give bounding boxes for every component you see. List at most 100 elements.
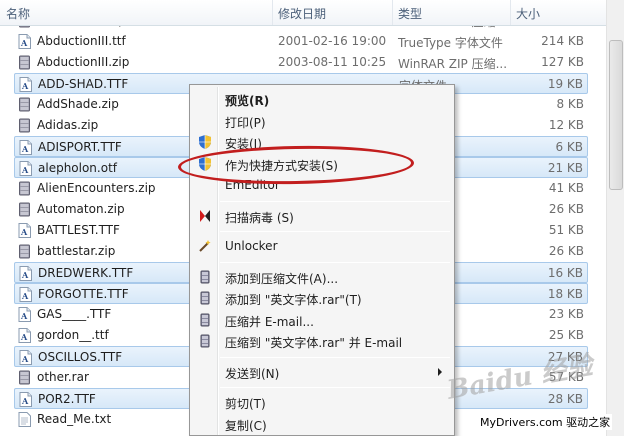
column-date[interactable]: 修改日期 <box>278 5 326 22</box>
menu-item[interactable]: 打印(P) <box>192 111 452 132</box>
font-file-icon: A <box>19 392 32 407</box>
menu-separator <box>220 231 450 232</box>
vertical-scrollbar[interactable] <box>606 0 624 436</box>
unlocker-wand-icon <box>197 238 213 254</box>
context-menu: 预览(R) 打印(P) 安装(I) 作为快捷方式安装(S) EmEditor 扫描病毒 (… <box>189 84 455 436</box>
menu-item[interactable]: 压缩到 "英文字体.rar" 并 E-mail <box>192 331 452 352</box>
file-row[interactable]: A AbductionIII.ttf 2001-02-16 19:00 TrueTyp… <box>14 31 588 52</box>
menu-item-label: 压缩到 "英文字体.rar" 并 E-mail <box>225 336 403 350</box>
file-size: 12 KB <box>548 118 584 132</box>
menu-item-label: 发送到(N) <box>225 366 280 381</box>
archive-file-icon <box>18 181 31 196</box>
submenu-arrow-icon <box>438 367 442 376</box>
column-divider[interactable] <box>510 0 511 25</box>
file-name: AbductionIII.zip <box>37 55 130 69</box>
site-watermark: MyDrivers.com 驱动之家 <box>478 414 613 430</box>
file-size: 25 KB <box>548 328 584 342</box>
file-size: 127 KB <box>541 55 584 69</box>
file-name: battlestar.zip <box>37 244 116 258</box>
font-file-icon: A <box>19 350 32 365</box>
menu-item-label: 复制(C) <box>225 418 267 433</box>
svg-text:A: A <box>20 311 28 321</box>
winrar-icon <box>197 269 213 285</box>
file-size: 41 KB <box>548 181 584 195</box>
archive-file-icon <box>18 202 31 217</box>
file-type: TrueType 字体文件 <box>398 36 503 50</box>
menu-item-label: 添加到压缩文件(A)... <box>225 271 339 286</box>
svg-text:A: A <box>20 227 28 237</box>
file-size: 18 KB <box>547 287 583 301</box>
archive-file-icon <box>18 370 31 385</box>
font-file-icon: A <box>18 328 31 343</box>
file-name: ADISPORT.TTF <box>38 140 122 154</box>
svg-text:A: A <box>21 354 29 364</box>
file-size: 26 KB <box>548 202 584 216</box>
scrollbar-thumb[interactable] <box>609 40 623 190</box>
svg-text:A: A <box>21 144 29 154</box>
file-size: 8 KB <box>556 97 584 111</box>
menu-item-label: 扫描病毒 (S) <box>225 210 294 225</box>
menu-item-label: 预览(R) <box>225 94 270 108</box>
column-divider[interactable] <box>392 0 393 25</box>
file-size: 23 KB <box>548 307 584 321</box>
winrar-icon <box>197 312 213 328</box>
font-file-icon: A <box>19 161 32 176</box>
file-name: GAS____.TTF <box>37 307 112 321</box>
column-size[interactable]: 大小 <box>516 5 540 22</box>
svg-text:A: A <box>21 270 29 280</box>
text-file-icon <box>18 412 31 427</box>
svg-text:A: A <box>20 332 28 342</box>
column-header: 名称 修改日期 类型 大小 <box>0 0 606 26</box>
font-file-icon: A <box>19 266 32 281</box>
svg-text:A: A <box>21 165 29 175</box>
menu-item[interactable]: 添加到 "英文字体.rar"(T) <box>192 288 452 309</box>
column-name[interactable]: 名称 <box>6 5 30 22</box>
svg-text:A: A <box>20 38 28 48</box>
svg-text:A: A <box>21 81 29 91</box>
archive-file-icon <box>18 118 31 133</box>
menu-item-label: 剪切(T) <box>225 397 266 411</box>
menu-item[interactable]: 发送到(N) <box>192 362 452 383</box>
svg-text:A: A <box>21 396 29 406</box>
menu-item[interactable]: 添加到压缩文件(A)... <box>192 267 452 288</box>
font-file-icon: A <box>18 223 31 238</box>
column-type[interactable]: 类型 <box>398 5 422 22</box>
file-name: AbductionIII.ttf <box>37 34 126 48</box>
file-name: Read_Me.txt <box>37 412 112 426</box>
menu-item[interactable]: 复制(C) <box>192 414 452 435</box>
menu-separator <box>220 387 450 388</box>
file-size: 51 KB <box>548 223 584 237</box>
font-file-icon: A <box>18 307 31 322</box>
menu-item-label: 打印(P) <box>225 115 266 130</box>
file-name: alepholon.otf <box>38 161 118 175</box>
file-size: 214 KB <box>541 34 584 48</box>
file-size: 16 KB <box>547 266 583 280</box>
menu-item[interactable]: 扫描病毒 (S) <box>192 206 452 227</box>
file-size: 19 KB <box>547 77 583 91</box>
file-row[interactable]: AbductionIII.zip 2003-08-11 10:25 WinRAR Z… <box>14 52 588 73</box>
file-name: ADD-SHAD.TTF <box>38 77 129 91</box>
menu-item[interactable]: 压缩并 E-mail... <box>192 310 452 331</box>
antivirus-icon <box>197 208 213 224</box>
file-name: FORGOTTE.TTF <box>38 287 129 301</box>
menu-item-label: Unlocker <box>225 239 278 253</box>
file-name: other.rar <box>37 370 89 384</box>
archive-file-icon <box>18 244 31 259</box>
file-type: WinRAR ZIP 压缩... <box>398 57 508 71</box>
file-size: 6 KB <box>555 140 583 154</box>
svg-text:A: A <box>21 291 29 301</box>
file-name: Adidas.zip <box>37 118 99 132</box>
winrar-icon <box>197 290 213 306</box>
column-divider[interactable] <box>272 0 273 25</box>
menu-item-label: 压缩并 E-mail... <box>225 314 314 329</box>
archive-file-icon <box>18 55 31 70</box>
file-name: AlienEncounters.zip <box>37 181 156 195</box>
menu-separator <box>220 200 450 202</box>
menu-item[interactable]: Unlocker <box>192 236 452 257</box>
menu-item[interactable]: 预览(R) <box>192 89 452 110</box>
file-date: 2003-08-11 10:25 <box>278 55 387 69</box>
font-file-icon: A <box>18 34 31 49</box>
file-name: DREDWERK.TTF <box>38 266 134 280</box>
menu-item[interactable]: 剪切(T) <box>192 392 452 413</box>
menu-separator <box>220 356 450 358</box>
